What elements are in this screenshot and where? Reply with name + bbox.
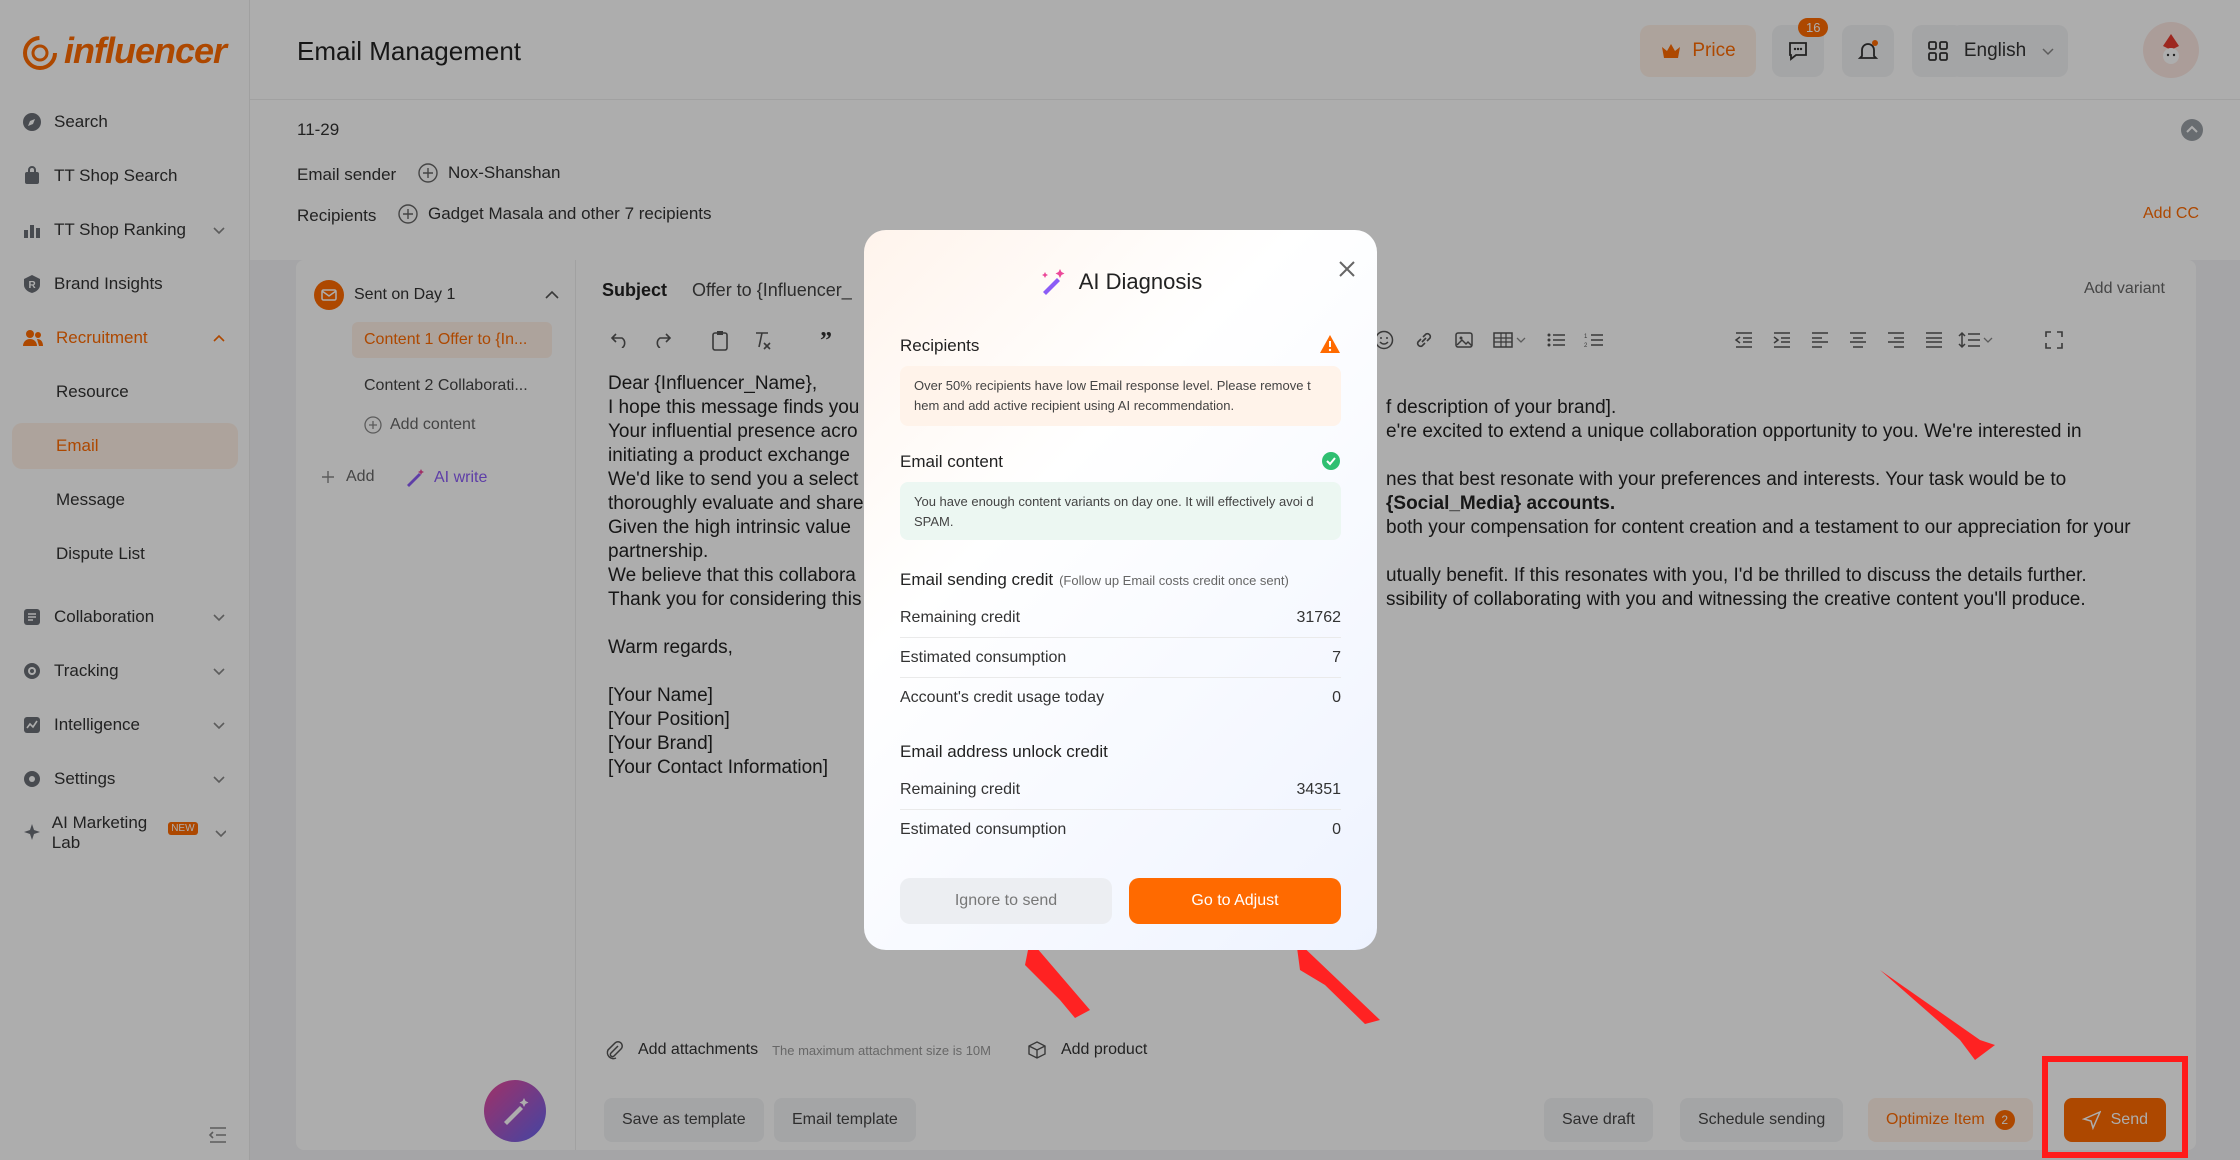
ai-diagnosis-modal: AI Diagnosis Recipients Over 50% recipie… [864,230,1377,950]
credit-row: Estimated consumption 0 [900,810,1341,850]
credit-row: Remaining credit 34351 [900,770,1341,810]
recipients-section-title: Recipients [900,336,980,355]
modal-title-text: AI Diagnosis [1078,269,1203,294]
credit-row-value: 31762 [1296,608,1342,626]
arrow-icon [1880,970,1995,1060]
close-icon[interactable] [1330,252,1364,286]
credit-row-label: Estimated consumption [900,648,1067,666]
sending-credit-note: (Follow up Email costs credit once sent) [1059,573,1289,588]
credit-row: Estimated consumption 7 [900,638,1341,678]
sending-credit-title: Email sending credit [900,570,1054,589]
ignore-to-send-button[interactable]: Ignore to send [900,878,1112,924]
credit-row-value: 7 [1332,648,1341,666]
check-circle-icon [1322,452,1340,470]
arrow-icon [1296,940,1380,1024]
modal-title: AI Diagnosis [864,268,1377,296]
go-to-adjust-button[interactable]: Go to Adjust [1129,878,1341,924]
recipients-warning-message: Over 50% recipients have low Email respo… [900,366,1341,426]
credit-row-value: 0 [1332,689,1341,706]
unlock-credit-title: Email address unlock credit [900,742,1108,761]
credit-row-label: Account's credit usage today [900,689,1105,706]
sending-credit-header: Email sending credit (Follow up Email co… [900,570,1289,590]
credit-row-label: Estimated consumption [900,821,1067,838]
credit-row-label: Remaining credit [900,780,1021,798]
content-section-title: Email content [900,452,1003,471]
arrow-icon [1025,940,1090,1018]
magic-pen-icon [1041,269,1065,295]
credit-row-value: 34351 [1296,780,1342,798]
credit-row: Account's credit usage today 0 [900,678,1341,718]
content-ok-message: You have enough content variants on day … [900,482,1341,540]
warning-icon [1320,335,1340,353]
credit-row: Remaining credit 31762 [900,598,1341,638]
credit-row-value: 0 [1332,821,1341,838]
credit-row-label: Remaining credit [900,608,1021,626]
